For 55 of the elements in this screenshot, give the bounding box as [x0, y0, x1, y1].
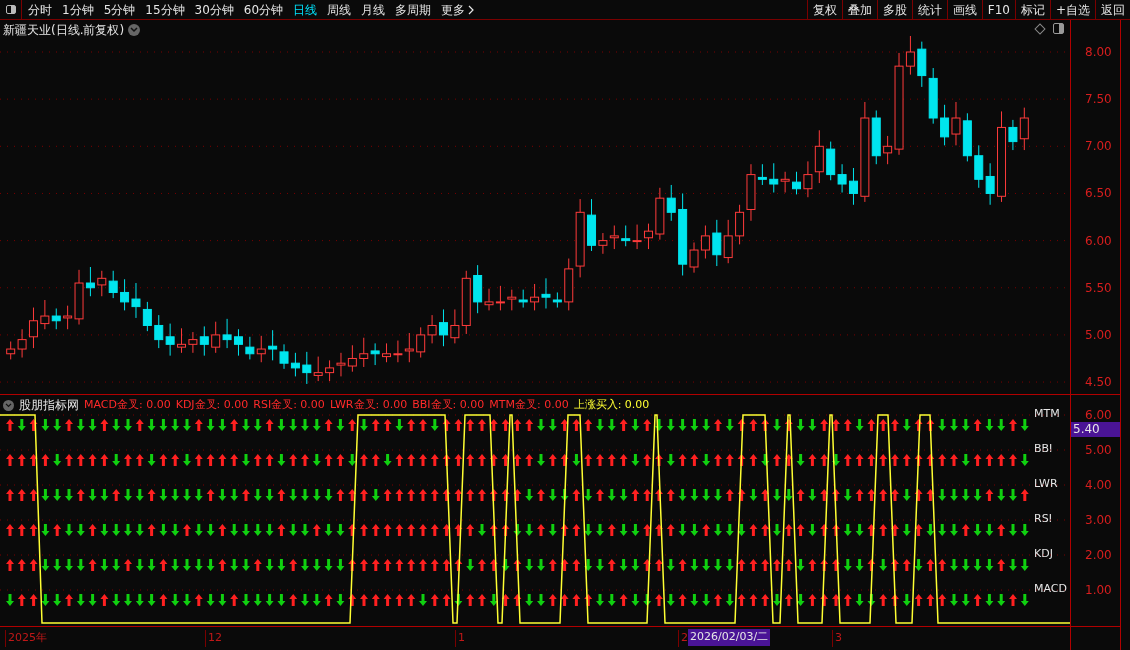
indicator-value: MTM金叉: 0.00 [489, 396, 569, 413]
indicator-axis-label: 3.00 [1085, 513, 1112, 527]
toolbar-button[interactable]: F10 [981, 0, 1015, 19]
time-label: 12 [205, 630, 222, 647]
toolbar-button[interactable]: 画线 [946, 0, 982, 19]
price-label: 7.00 [1085, 139, 1112, 154]
indicator-axis-label: 2.00 [1085, 548, 1112, 562]
indicator-axis-label: 1.00 [1085, 583, 1112, 597]
period-tab[interactable]: 分时 [28, 0, 52, 19]
indicator-axis-label: 5.00 [1085, 443, 1112, 457]
indicator-value: BBI金叉: 0.00 [412, 396, 485, 413]
indicator-value: LWR金叉: 0.00 [329, 396, 408, 413]
price-label: 6.50 [1085, 186, 1112, 201]
period-tab[interactable]: 60分钟 [243, 0, 284, 19]
indicator-axis-label: 6.00 [1085, 408, 1112, 422]
toolbar-button[interactable]: 叠加 [841, 0, 877, 19]
price-label: 7.50 [1085, 92, 1112, 107]
signal-label: BBI [1034, 442, 1053, 455]
toolbar-button[interactable]: 标记 [1014, 0, 1050, 19]
price-label: 6.00 [1085, 233, 1112, 248]
stock-title: 新疆天业(日线.前复权) [3, 22, 125, 39]
signal-label: LWR [1034, 477, 1058, 490]
indicator-value: 上涨买入: 0.00 [573, 396, 650, 413]
toolbar-button[interactable]: +自选 [1049, 0, 1095, 19]
toolbar-button[interactable]: 统计 [911, 0, 947, 19]
period-tab[interactable]: 15分钟 [145, 0, 185, 19]
period-tab[interactable]: 周线 [327, 0, 352, 19]
indicator-value: MACD金叉: 0.00 [84, 396, 171, 413]
cursor-date-label: 2026/02/03/二 [688, 629, 771, 646]
signal-label: MACD [1034, 582, 1067, 595]
price-label: 8.00 [1085, 45, 1112, 59]
toolbar-button[interactable]: 复权 [806, 0, 842, 19]
time-label: 3 [832, 630, 842, 647]
price-label: 4.50 [1085, 375, 1112, 390]
signal-label: RSI [1034, 512, 1052, 525]
price-label: 5.50 [1085, 280, 1112, 295]
period-tab[interactable]: 30分钟 [194, 0, 234, 19]
indicator-name: 股朋指标网 [19, 397, 79, 414]
indicator-axis-label: 4.00 [1085, 478, 1112, 492]
period-tab[interactable]: 5分钟 [103, 0, 136, 19]
price-label: 5.00 [1085, 327, 1112, 342]
period-tab[interactable]: 更多 [441, 0, 475, 19]
toolbar-button[interactable]: 返回 [1095, 0, 1130, 19]
toolbar-button[interactable]: 多股 [876, 0, 912, 19]
indicator-value: KDJ金叉: 0.00 [175, 396, 249, 413]
signal-label: MTM [1034, 407, 1060, 420]
indicator-value: RSI金叉: 0.00 [253, 396, 325, 413]
period-tab[interactable]: 1分钟 [62, 0, 94, 19]
time-label: 2025年 [5, 630, 47, 647]
time-label: 1 [455, 630, 465, 647]
period-tab[interactable]: 日线 [293, 0, 318, 19]
period-tab[interactable]: 多周期 [395, 0, 432, 19]
period-tab[interactable]: 月线 [361, 0, 386, 19]
cursor-value-label: 5.40 [1071, 422, 1120, 437]
signal-label: KDJ [1034, 547, 1053, 560]
